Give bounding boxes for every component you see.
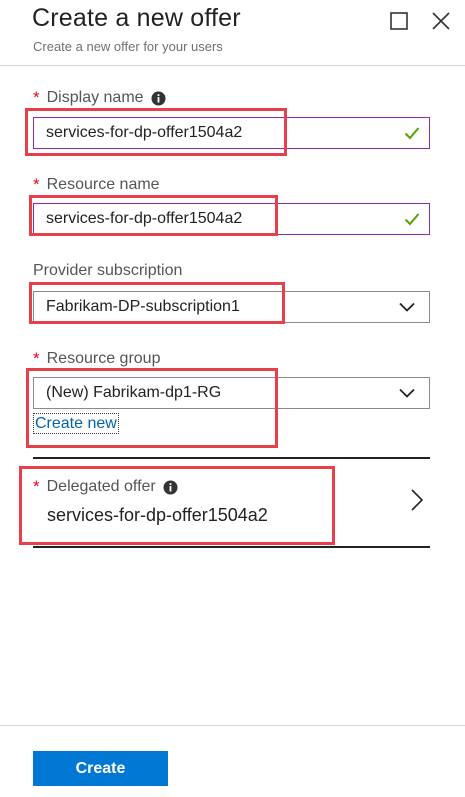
info-icon[interactable]	[163, 480, 178, 495]
provider-subscription-label-text: Provider subscription	[33, 262, 183, 279]
provider-subscription-label: Provider subscription	[33, 262, 182, 280]
footer-divider	[0, 725, 465, 726]
delegated-offer-label: * Delegated offer	[33, 477, 178, 497]
chevron-down-icon	[399, 388, 415, 398]
chevron-down-icon	[399, 302, 415, 312]
page-subtitle: Create a new offer for your users	[33, 39, 223, 54]
resource-name-input[interactable]	[33, 203, 430, 235]
checkmark-icon	[404, 213, 420, 226]
resource-group-label-text: Resource group	[46, 350, 161, 367]
required-asterisk: *	[33, 477, 40, 496]
checkmark-icon	[404, 127, 420, 140]
maximize-icon	[390, 12, 408, 30]
resource-group-select[interactable]: (New) Fabrikam-dp1-RG	[33, 377, 430, 409]
provider-subscription-select[interactable]: Fabrikam-DP-subscription1	[33, 291, 430, 323]
display-name-label: * Display name	[33, 88, 166, 108]
delegated-offer-label-text: Delegated offer	[46, 478, 156, 495]
create-button[interactable]: Create	[33, 751, 168, 786]
resource-name-label-text: Resource name	[46, 176, 160, 193]
delegated-offer-bottom-divider	[33, 546, 430, 548]
resource-group-label: * Resource group	[33, 349, 160, 369]
delegated-offer-top-divider	[33, 457, 430, 459]
resource-group-value: (New) Fabrikam-dp1-RG	[46, 384, 222, 401]
page-title: Create a new offer	[32, 4, 241, 32]
required-asterisk: *	[33, 88, 40, 107]
required-asterisk: *	[33, 349, 40, 368]
create-new-link[interactable]: Create new	[33, 413, 119, 434]
delegated-offer-value[interactable]: services-for-dp-offer1504a2	[47, 505, 268, 526]
info-icon[interactable]	[151, 91, 166, 106]
display-name-input[interactable]	[33, 117, 430, 149]
chevron-right-icon[interactable]	[410, 488, 424, 512]
close-button[interactable]	[428, 8, 454, 34]
maximize-button[interactable]	[386, 8, 412, 34]
resource-name-label: * Resource name	[33, 175, 160, 195]
required-asterisk: *	[33, 175, 40, 194]
blade-header: Create a new offer Create a new offer fo…	[0, 0, 465, 64]
header-divider	[0, 65, 465, 66]
display-name-label-text: Display name	[46, 89, 144, 106]
provider-subscription-value: Fabrikam-DP-subscription1	[46, 298, 240, 315]
close-icon	[432, 12, 450, 30]
